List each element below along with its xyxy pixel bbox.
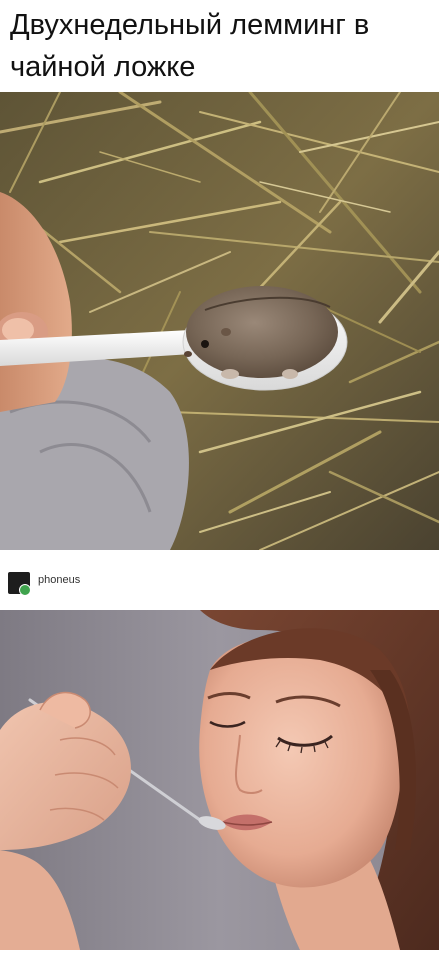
meme-caption: Двухнедельный лемминг в чайной ложке	[10, 9, 370, 83]
woman-spoon-photo	[0, 610, 439, 950]
lemming-spoon-photo	[0, 92, 439, 550]
follow-badge-icon	[19, 584, 31, 596]
username-link[interactable]: phoneus	[38, 574, 80, 586]
post-header: phoneus	[0, 566, 439, 600]
